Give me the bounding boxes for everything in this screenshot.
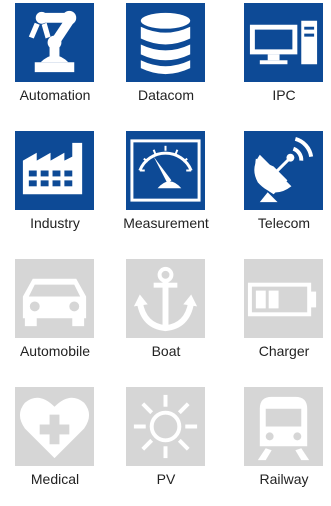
- tile-label: Automation: [19, 87, 91, 103]
- tile-label: Medical: [30, 471, 80, 487]
- car-icon: [15, 259, 94, 338]
- tile-label: Industry: [30, 215, 80, 231]
- tile-label: Measurement: [123, 215, 209, 231]
- tile-label: Boat: [151, 343, 181, 359]
- tile-label: Telecom: [257, 215, 311, 231]
- tile-datacom[interactable]: Datacom: [111, 0, 221, 122]
- tile-label: Railway: [259, 471, 309, 487]
- tile-label: Datacom: [137, 87, 195, 103]
- computer-icon: [244, 3, 323, 82]
- tile-pv[interactable]: PV: [111, 384, 221, 506]
- tile-label: PV: [156, 471, 176, 487]
- tile-medical[interactable]: Medical: [0, 384, 110, 506]
- tile-charger[interactable]: Charger: [229, 256, 331, 378]
- tile-label: Automobile: [19, 343, 91, 359]
- tile-boat[interactable]: Boat: [111, 256, 221, 378]
- tile-automation[interactable]: Automation: [0, 0, 110, 122]
- satellite-dish-icon: [244, 131, 323, 210]
- tile-measurement[interactable]: Measurement: [111, 128, 221, 250]
- tile-telecom[interactable]: Telecom: [229, 128, 331, 250]
- robot-arm-icon: [15, 3, 94, 82]
- gauge-icon: [126, 131, 205, 210]
- medical-heart-icon: [15, 387, 94, 466]
- database-icon: [126, 3, 205, 82]
- anchor-icon: [126, 259, 205, 338]
- train-icon: [244, 387, 323, 466]
- tile-automobile[interactable]: Automobile: [0, 256, 110, 378]
- factory-icon: [15, 131, 94, 210]
- tile-railway[interactable]: Railway: [229, 384, 331, 506]
- battery-icon: [244, 259, 323, 338]
- tile-label: Charger: [258, 343, 310, 359]
- sun-icon: [126, 387, 205, 466]
- tile-industry[interactable]: Industry: [0, 128, 110, 250]
- tile-ipc[interactable]: IPC: [229, 0, 331, 122]
- tile-label: IPC: [272, 87, 296, 103]
